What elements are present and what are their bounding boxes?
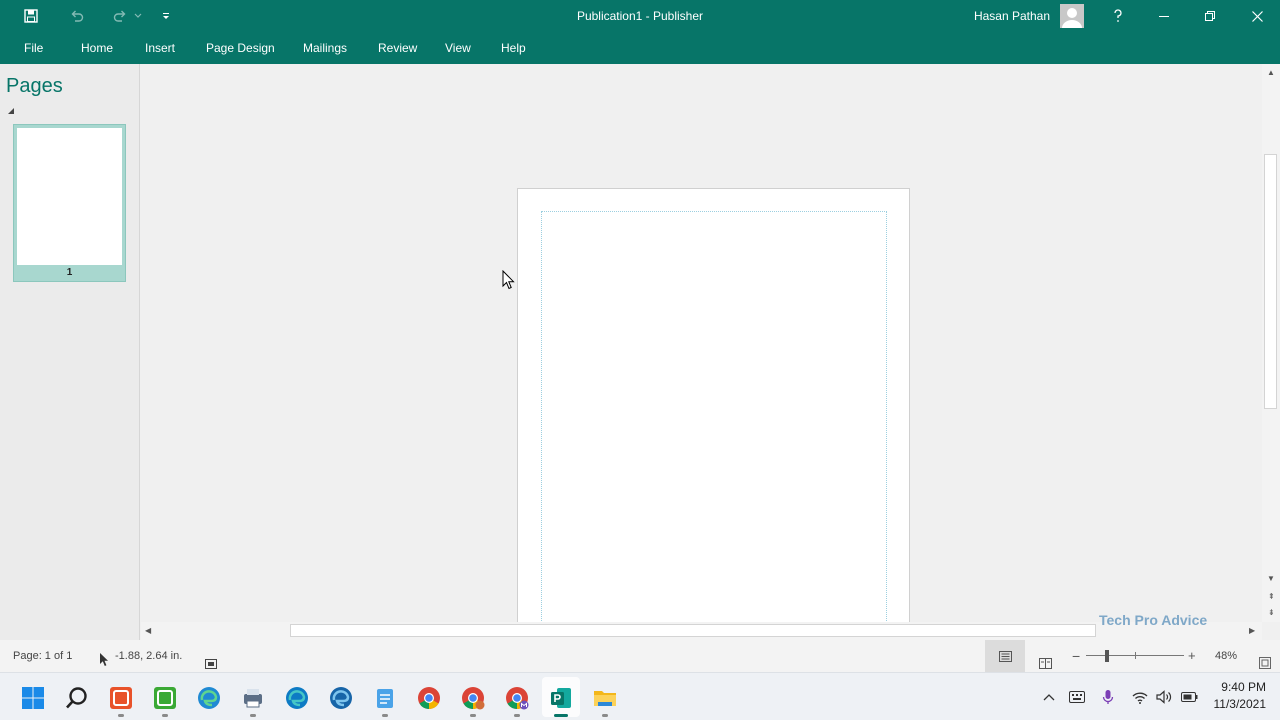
running-indicator	[602, 714, 608, 717]
tab-file[interactable]: File	[24, 32, 43, 64]
close-button[interactable]	[1234, 0, 1280, 32]
pages-pane: Pages 1	[0, 64, 140, 640]
windows-start-icon[interactable]	[20, 685, 46, 711]
microphone-icon[interactable]	[1099, 689, 1117, 705]
edge-dev-icon[interactable]	[284, 685, 310, 711]
window-title: Publication1 - Publisher	[576, 9, 704, 23]
edge-beta-icon[interactable]	[328, 685, 354, 711]
zoom-in-icon[interactable]: +	[1188, 640, 1196, 672]
wifi-icon[interactable]	[1131, 689, 1149, 705]
zoom-slider-thumb[interactable]	[1105, 650, 1109, 662]
single-page-view-button[interactable]	[985, 640, 1025, 672]
clock-date: 11/3/2021	[1213, 697, 1267, 711]
tab-home[interactable]: Home	[81, 32, 113, 64]
keyboard-icon[interactable]	[1068, 689, 1086, 705]
help-icon[interactable]	[1095, 0, 1141, 32]
chrome-profile-m-icon[interactable]	[504, 685, 530, 711]
taskbar-clock[interactable]: 9:40 PM 11/3/2021	[1214, 679, 1267, 713]
zoom-slider-midmark	[1135, 652, 1136, 659]
windows-taskbar: 9:40 PM 11/3/2021	[0, 672, 1280, 720]
mouse-cursor-icon	[502, 269, 516, 295]
status-bar: Page: 1 of 1 -1.88, 2.64 in. − + 48%	[0, 640, 1280, 672]
edge-icon[interactable]	[196, 685, 222, 711]
user-name[interactable]: Hasan Pathan	[974, 0, 1050, 32]
horizontal-scrollbar[interactable]: ◀ ▶	[141, 622, 1262, 640]
scroll-right-icon[interactable]: ▶	[1249, 626, 1255, 636]
collapse-pages-icon[interactable]	[8, 108, 14, 114]
tab-review[interactable]: Review	[378, 32, 417, 64]
restore-button[interactable]	[1187, 0, 1233, 32]
printer-app-icon[interactable]	[240, 685, 266, 711]
next-page-icon[interactable]: ⇟	[1268, 608, 1275, 618]
minimize-button[interactable]	[1141, 0, 1187, 32]
customize-qat-icon[interactable]	[158, 0, 174, 32]
previous-page-icon[interactable]: ⇞	[1268, 592, 1275, 602]
undo-icon[interactable]	[64, 0, 90, 32]
cursor-position: -1.88, 2.64 in.	[115, 650, 183, 662]
save-icon[interactable]	[18, 0, 44, 32]
running-indicator	[162, 714, 168, 717]
scroll-down-icon[interactable]: ▼	[1267, 574, 1275, 584]
notepad-icon[interactable]	[372, 685, 398, 711]
publication-page[interactable]	[517, 188, 910, 622]
pages-pane-title: Pages	[6, 75, 63, 97]
page-thumbnail-number: 1	[66, 267, 73, 278]
zoom-level[interactable]: 48%	[1215, 640, 1237, 672]
chrome-profile-icon[interactable]	[460, 685, 486, 711]
scroll-up-icon[interactable]: ▲	[1267, 68, 1275, 78]
tab-page-design[interactable]: Page Design	[206, 32, 275, 64]
document-workspace[interactable]	[141, 64, 1262, 622]
file-explorer-icon[interactable]	[592, 685, 618, 711]
running-indicator	[514, 714, 520, 717]
tab-mailings[interactable]: Mailings	[303, 32, 347, 64]
avatar[interactable]	[1060, 4, 1084, 28]
scroll-left-icon[interactable]: ◀	[145, 626, 151, 636]
tab-view[interactable]: View	[445, 32, 471, 64]
chrome-icon[interactable]	[416, 685, 442, 711]
horizontal-scroll-thumb[interactable]	[290, 624, 1096, 637]
margin-guide	[541, 211, 887, 622]
tab-insert[interactable]: Insert	[145, 32, 175, 64]
page-thumbnail[interactable]: 1	[13, 124, 126, 282]
tab-help[interactable]: Help	[501, 32, 526, 64]
redo-dropdown-icon[interactable]	[132, 0, 144, 32]
active-indicator	[554, 714, 568, 717]
vertical-scroll-thumb[interactable]	[1264, 154, 1277, 409]
running-indicator	[250, 714, 256, 717]
running-indicator	[118, 714, 124, 717]
chevron-up-icon[interactable]	[1040, 689, 1058, 705]
running-indicator	[382, 714, 388, 717]
app-green-icon[interactable]	[152, 685, 178, 711]
volume-icon[interactable]	[1155, 689, 1173, 705]
clock-time: 9:40 PM	[1221, 680, 1266, 694]
page-thumbnail-preview	[17, 128, 122, 265]
redo-icon[interactable]	[107, 0, 133, 32]
battery-icon[interactable]	[1180, 689, 1198, 705]
ribbon-tabs: File Home Insert Page Design Mailings Re…	[0, 32, 1280, 64]
watermark: Tech Pro Advice	[1099, 612, 1208, 628]
title-bar: Publication1 - Publisher Hasan Pathan	[0, 0, 1280, 32]
page-indicator[interactable]: Page: 1 of 1	[13, 640, 72, 672]
publisher-icon[interactable]	[548, 685, 574, 711]
zoom-out-icon[interactable]: −	[1072, 640, 1080, 672]
search-icon[interactable]	[64, 685, 90, 711]
running-indicator	[470, 714, 476, 717]
app-orange-icon[interactable]	[108, 685, 134, 711]
vertical-scrollbar[interactable]: ▲ ▼ ⇞ ⇟	[1262, 64, 1280, 622]
